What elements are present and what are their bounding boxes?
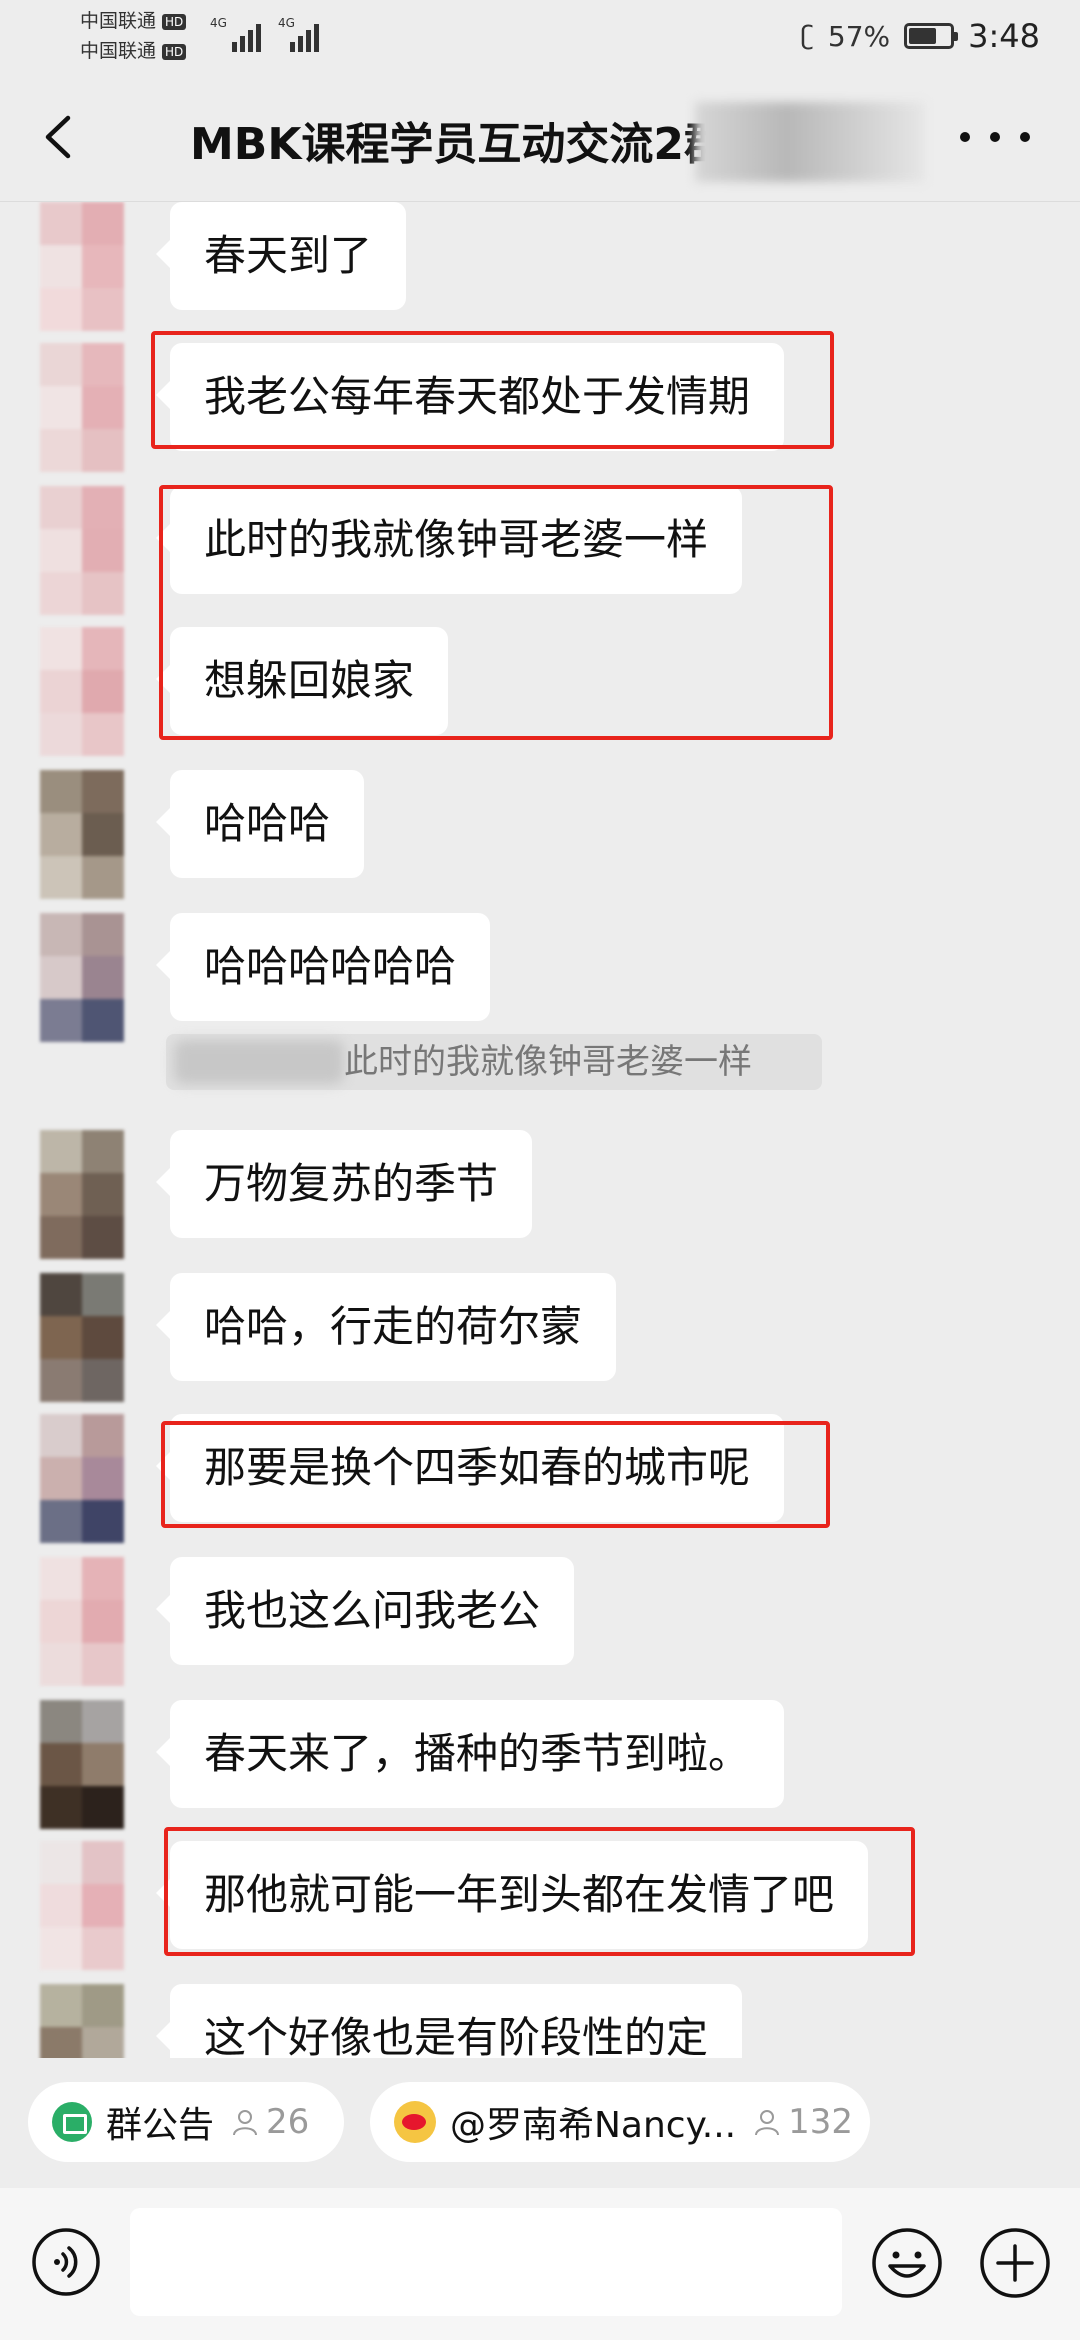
member-icon: [755, 2110, 780, 2136]
message-bubble[interactable]: 这个好像也是有阶段性的定: [155, 1984, 743, 2058]
hd-badge: HD: [162, 43, 187, 60]
status-right: ʗ 57% 3:48: [801, 14, 1040, 58]
clock: 3:48: [968, 17, 1040, 55]
avatar[interactable]: [40, 1700, 124, 1830]
network-type-2: 4G: [278, 16, 295, 30]
emoji-icon[interactable]: [870, 2226, 944, 2300]
avatar[interactable]: [40, 1984, 124, 2058]
notice-member-count: 26: [266, 2102, 310, 2142]
avatar[interactable]: [40, 627, 124, 757]
carrier-1-label: 中国联通: [80, 10, 157, 32]
message-bubble[interactable]: 春天到了: [155, 202, 407, 310]
status-bar: 中国联通 HD 中国联通 HD 4G 4G ʗ 57% 3:48: [0, 0, 1080, 72]
carrier-1: 中国联通 HD: [80, 10, 187, 32]
quote-sender-redaction: [174, 1040, 344, 1084]
voice-icon[interactable]: [30, 2226, 102, 2298]
message-input[interactable]: [130, 2208, 842, 2316]
message-bubble[interactable]: 哈哈哈哈哈哈: [155, 913, 491, 1021]
message-bubble[interactable]: 我老公每年春天都处于发情期: [155, 343, 785, 451]
member-icon: [233, 2110, 258, 2136]
avatar[interactable]: [40, 1273, 124, 1403]
battery-percent: 57%: [827, 19, 891, 53]
nav-bar: MBK课程学员互动交流2群: [0, 72, 1080, 202]
group-notice-button[interactable]: 群公告 26: [28, 2082, 344, 2162]
message-bubble[interactable]: 哈哈，行走的荷尔蒙: [155, 1273, 617, 1381]
hd-badge: HD: [162, 13, 187, 30]
weibo-member-count: 132: [788, 2102, 854, 2142]
avatar[interactable]: [40, 486, 124, 616]
notice-label: 群公告: [106, 2105, 215, 2146]
network-type-1: 4G: [210, 16, 227, 30]
message-bubble[interactable]: 想躲回娘家: [155, 627, 449, 735]
avatar[interactable]: [40, 1130, 124, 1260]
message-bubble[interactable]: 此时的我就像钟哥老婆一样: [155, 486, 743, 594]
avatar[interactable]: [40, 1557, 124, 1687]
more-icon[interactable]: [960, 127, 1030, 147]
notice-icon: [52, 2102, 92, 2142]
chat-messages[interactable]: 春天到了 我老公每年春天都处于发情期 此时的我就像钟哥老婆一样 想躲回娘家 哈哈…: [0, 202, 1080, 2058]
quote-text: 此时的我就像钟哥老婆一样: [344, 1042, 752, 1082]
input-bar: [0, 2188, 1080, 2340]
avatar[interactable]: [40, 202, 124, 332]
carrier-2-label: 中国联通: [80, 40, 157, 62]
chat-title: MBK课程学员互动交流2群: [190, 119, 729, 170]
message-bubble[interactable]: 万物复苏的季节: [155, 1130, 533, 1238]
weibo-label: @罗南希Nancy...: [450, 2105, 737, 2146]
message-bubble[interactable]: 那要是换个四季如春的城市呢: [155, 1414, 785, 1522]
message-bubble[interactable]: 我也这么问我老公: [155, 1557, 575, 1665]
carrier-2: 中国联通 HD: [80, 40, 187, 62]
quoted-message[interactable]: 此时的我就像钟哥老婆一样: [166, 1034, 822, 1090]
avatar[interactable]: [40, 1414, 124, 1544]
message-bubble[interactable]: 哈哈哈: [155, 770, 365, 878]
battery-icon: [904, 23, 959, 49]
title-redaction: [695, 102, 925, 182]
plus-icon[interactable]: [978, 2226, 1052, 2300]
signal-icon: 4G 4G: [208, 16, 328, 52]
message-bubble[interactable]: 那他就可能一年到头都在发情了吧: [155, 1841, 869, 1949]
avatar[interactable]: [40, 913, 124, 1043]
weibo-mention-button[interactable]: @罗南希Nancy... 132: [370, 2082, 870, 2162]
avatar[interactable]: [40, 343, 124, 473]
avatar[interactable]: [40, 770, 124, 900]
weibo-icon: [394, 2101, 436, 2143]
avatar[interactable]: [40, 1841, 124, 1971]
back-icon[interactable]: [36, 112, 86, 162]
vibrate-icon: ʗ: [800, 21, 814, 51]
message-bubble[interactable]: 春天来了，播种的季节到啦。: [155, 1700, 785, 1808]
